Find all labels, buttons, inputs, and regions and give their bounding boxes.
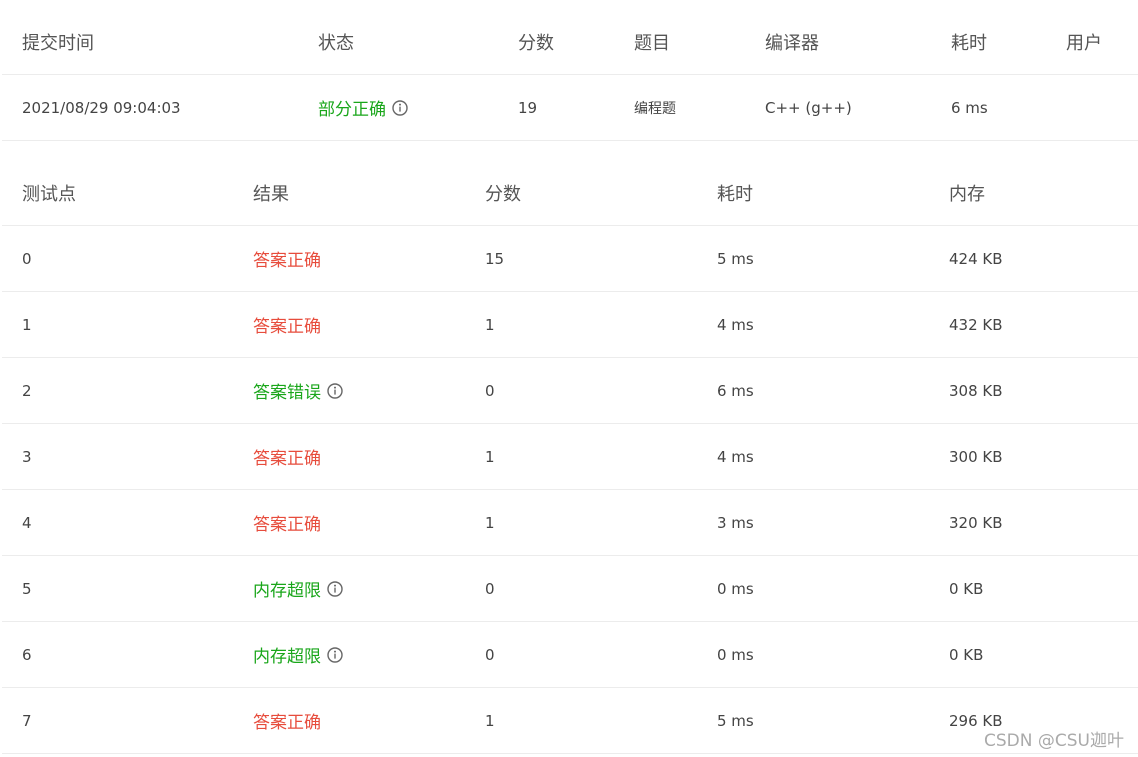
testcase-result[interactable]: 内存超限 (253, 556, 343, 621)
info-icon[interactable] (327, 580, 343, 597)
testcase-time: 4 ms (717, 315, 754, 334)
submission-table: 提交时间 状态 分数 题目 编译器 耗时 用户 2021/08/29 09:04… (2, 10, 1138, 141)
testcase-time: 6 ms (717, 381, 754, 400)
testcase-time: 3 ms (717, 513, 754, 532)
testcase-result: 答案正确 (253, 226, 321, 291)
watermark: CSDN @CSU迦叶 (984, 731, 1124, 751)
submission-duration: 6 ms (951, 98, 988, 117)
testcase-id: 5 (22, 579, 32, 598)
header-duration: 耗时 (951, 33, 987, 54)
testcase-memory: 300 KB (949, 447, 1003, 466)
testcase-id: 7 (22, 711, 32, 730)
testcase-time: 0 ms (717, 645, 754, 664)
testcase-time: 5 ms (717, 711, 754, 730)
table-row: 3 答案正确 1 4 ms 300 KB (2, 424, 1138, 490)
header-result: 结果 (253, 184, 289, 205)
testcase-id: 3 (22, 447, 32, 466)
submission-problem[interactable]: 编程题 (634, 75, 676, 140)
testcase-table: 测试点 结果 分数 耗时 内存 0 答案正确 15 5 ms 424 KB 1 答案正确 1 4… (2, 161, 1138, 754)
header-status: 状态 (318, 33, 354, 54)
testcase-result[interactable]: 内存超限 (253, 622, 343, 687)
testcase-result-label: 答案正确 (253, 713, 321, 733)
testcase-result: 答案正确 (253, 490, 321, 555)
testcase-id: 4 (22, 513, 32, 532)
testcase-header-row: 测试点 结果 分数 耗时 内存 (2, 161, 1138, 226)
testcase-memory: 0 KB (949, 579, 984, 598)
submission-status[interactable]: 部分正确 (318, 75, 408, 140)
header-problem: 题目 (634, 33, 670, 54)
testcase-result-label[interactable]: 答案错误 (253, 378, 321, 403)
testcase-id: 2 (22, 381, 32, 400)
testcase-memory: 320 KB (949, 513, 1003, 532)
testcase-score: 0 (485, 645, 495, 664)
table-row: 6 内存超限 0 0 ms 0 KB (2, 622, 1138, 688)
testcase-result-label: 答案正确 (253, 251, 321, 271)
testcase-result: 答案正确 (253, 424, 321, 489)
testcase-result[interactable]: 答案错误 (253, 358, 343, 423)
testcase-result-label: 答案正确 (253, 515, 321, 535)
testcase-score: 1 (485, 447, 495, 466)
testcase-score: 1 (485, 513, 495, 532)
table-row: 4 答案正确 1 3 ms 320 KB (2, 490, 1138, 556)
testcase-time: 4 ms (717, 447, 754, 466)
submission-header-row: 提交时间 状态 分数 题目 编译器 耗时 用户 (2, 10, 1138, 75)
testcase-memory: 432 KB (949, 315, 1003, 334)
info-icon[interactable] (327, 382, 343, 399)
table-row: 0 答案正确 15 5 ms 424 KB (2, 226, 1138, 292)
table-row: 2 答案错误 0 6 ms 308 KB (2, 358, 1138, 424)
testcase-result-label[interactable]: 内存超限 (253, 576, 321, 601)
testcase-result-label: 答案正确 (253, 449, 321, 469)
table-row: 7 答案正确 1 5 ms 296 KB (2, 688, 1138, 754)
testcase-memory: 0 KB (949, 645, 984, 664)
submission-score: 19 (518, 98, 538, 117)
testcase-id: 6 (22, 645, 32, 664)
table-row: 1 答案正确 1 4 ms 432 KB (2, 292, 1138, 358)
testcase-score: 15 (485, 249, 505, 268)
testcase-rows: 0 答案正确 15 5 ms 424 KB 1 答案正确 1 4 ms 432 KB 2 答案错误 0 6… (2, 226, 1138, 754)
testcase-memory: 308 KB (949, 381, 1003, 400)
header-testcase-time: 耗时 (717, 184, 753, 205)
header-user: 用户 (1066, 33, 1102, 54)
header-submit-time: 提交时间 (22, 33, 94, 54)
header-score: 分数 (518, 33, 554, 54)
submission-compiler: C++ (g++) (765, 98, 852, 117)
testcase-memory: 424 KB (949, 249, 1003, 268)
testcase-time: 0 ms (717, 579, 754, 598)
submit-time: 2021/08/29 09:04:03 (22, 98, 181, 117)
testcase-score: 1 (485, 711, 495, 730)
header-memory: 内存 (949, 184, 985, 205)
testcase-result: 答案正确 (253, 688, 321, 753)
testcase-score: 0 (485, 381, 495, 400)
testcase-result: 答案正确 (253, 292, 321, 357)
header-testcase-score: 分数 (485, 184, 521, 205)
testcase-score: 1 (485, 315, 495, 334)
header-compiler: 编译器 (765, 33, 819, 54)
submission-row[interactable]: 2021/08/29 09:04:03 部分正确 19 编程题 C++ (g++… (2, 75, 1138, 141)
info-icon[interactable] (327, 646, 343, 663)
submission-status-label[interactable]: 部分正确 (318, 95, 386, 120)
header-testcase: 测试点 (22, 184, 76, 205)
testcase-id: 1 (22, 315, 32, 334)
table-row: 5 内存超限 0 0 ms 0 KB (2, 556, 1138, 622)
testcase-result-label: 答案正确 (253, 317, 321, 337)
testcase-score: 0 (485, 579, 495, 598)
testcase-result-label[interactable]: 内存超限 (253, 642, 321, 667)
info-icon[interactable] (392, 99, 408, 116)
testcase-id: 0 (22, 249, 32, 268)
testcase-time: 5 ms (717, 249, 754, 268)
